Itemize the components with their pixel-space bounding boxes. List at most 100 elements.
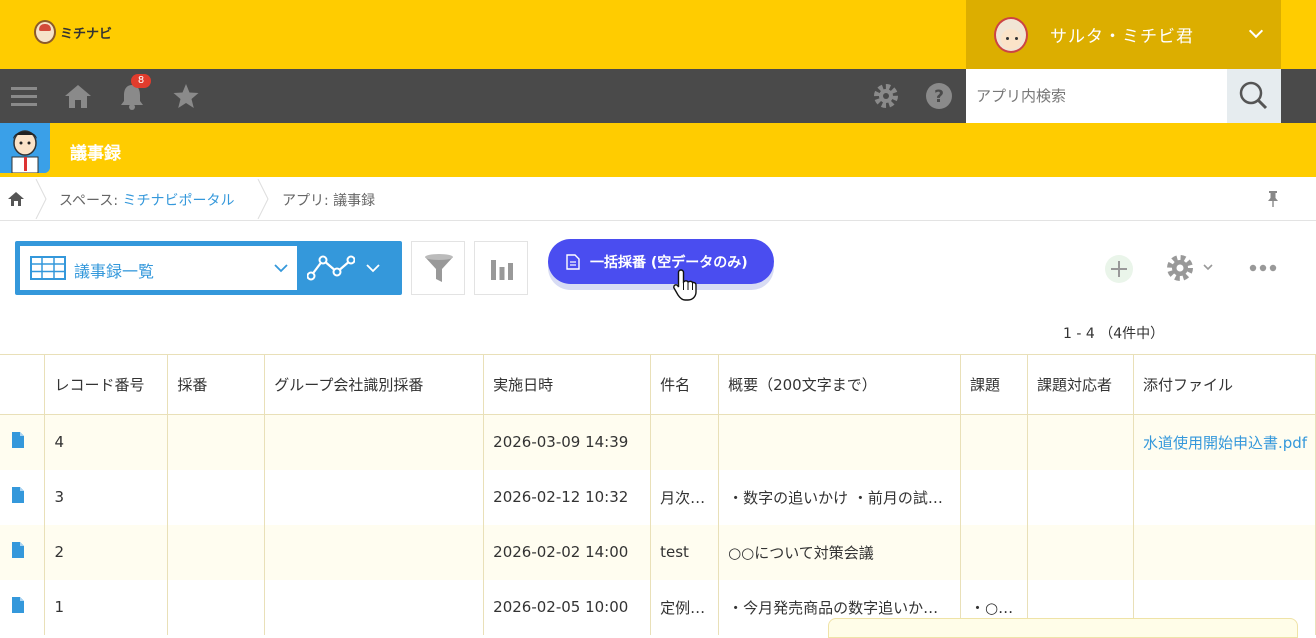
home-icon[interactable] <box>7 190 25 208</box>
cell-record-number: 3 <box>44 469 169 525</box>
cell-attachment-link[interactable] <box>1133 524 1316 580</box>
cell-record-number: 2 <box>44 524 169 580</box>
cell-issue <box>960 414 1028 470</box>
user-menu[interactable]: サルタ・ミチビ君 <box>966 0 1281 69</box>
gear-icon[interactable] <box>871 82 901 110</box>
add-record-icon[interactable] <box>1104 254 1134 284</box>
column-header[interactable]: 採番 <box>167 354 266 415</box>
document-icon <box>12 432 24 449</box>
logo-mascot-icon <box>34 20 56 44</box>
star-icon[interactable] <box>171 82 201 110</box>
column-header-detail <box>0 354 46 415</box>
cell-saiban <box>167 469 266 525</box>
more-options-icon[interactable] <box>1248 262 1278 274</box>
cell-issue <box>960 524 1028 580</box>
table-row: 3 2026-02-12 10:32 月次… ・数字の追いかけ ・前月の試… <box>0 469 1316 525</box>
cell-subject: test <box>650 524 720 580</box>
bulk-numbering-button[interactable]: 一括採番 (空データのみ) <box>548 239 774 284</box>
cell-group-saiban <box>264 414 485 470</box>
record-detail-cell[interactable] <box>0 524 46 580</box>
breadcrumb-separator <box>257 179 269 219</box>
document-icon <box>566 253 580 270</box>
home-icon[interactable] <box>63 82 93 110</box>
app-logo[interactable]: ミチナビ <box>34 20 112 44</box>
cell-record-number: 1 <box>44 579 169 635</box>
cell-assignee <box>1027 469 1134 525</box>
breadcrumb-separator <box>35 179 47 219</box>
cell-group-saiban <box>264 524 485 580</box>
table-row: 2 2026-02-02 14:00 test ○○について対策会議 <box>0 524 1316 580</box>
cell-assignee <box>1027 524 1134 580</box>
records-table: レコード番号 採番 グループ会社識別採番 実施日時 件名 概要（200文字まで）… <box>0 354 1316 635</box>
cell-attachment-link[interactable] <box>1133 469 1316 525</box>
settings-menu-icon[interactable] <box>1165 252 1217 284</box>
document-icon <box>12 487 24 503</box>
cell-attachment-link[interactable]: 水道使用開始申込書.pdf <box>1133 414 1316 470</box>
cell-assignee <box>1027 414 1134 470</box>
cell-group-saiban <box>264 579 485 635</box>
record-count: 1 - 4 （4件中） <box>1063 326 1165 342</box>
breadcrumb: スペース: ミチナビポータル アプリ: 議事録 <box>0 177 1316 221</box>
view-dropdown[interactable]: 議事録一覧 <box>20 246 297 290</box>
breadcrumb-app: アプリ: 議事録 <box>282 193 376 209</box>
notification-badge: 8 <box>131 74 151 88</box>
search-button[interactable] <box>1227 69 1281 123</box>
graph-button[interactable] <box>474 241 528 295</box>
cell-summary <box>718 414 962 470</box>
record-detail-cell[interactable] <box>0 579 46 635</box>
hand-cursor-icon <box>673 269 697 301</box>
cell-date: 2026-03-09 14:39 <box>483 414 652 470</box>
column-header[interactable]: レコード番号 <box>44 354 169 415</box>
cell-group-saiban <box>264 469 485 525</box>
menu-icon[interactable] <box>10 82 40 110</box>
table-view-icon <box>30 256 66 280</box>
cell-summary: ○○について対策会議 <box>718 524 962 580</box>
help-icon[interactable]: ? <box>924 82 954 110</box>
cell-saiban <box>167 414 266 470</box>
breadcrumb-space: スペース: ミチナビポータル <box>59 190 235 210</box>
filter-icon <box>425 254 453 282</box>
cell-issue <box>960 469 1028 525</box>
column-header[interactable]: グループ会社識別採番 <box>264 354 485 415</box>
app-title: 議事録 <box>70 144 121 164</box>
user-name: サルタ・ミチビ君 <box>1050 27 1194 47</box>
breadcrumb-space-link[interactable]: ミチナビポータル <box>123 193 235 209</box>
column-header[interactable]: 添付ファイル <box>1133 354 1316 415</box>
top-header: ミチナビ サルタ・ミチビ君 <box>0 0 1316 69</box>
user-avatar <box>994 16 1028 53</box>
graph-menu-button[interactable] <box>297 241 402 295</box>
pin-icon[interactable] <box>1265 190 1281 208</box>
chevron-down-icon <box>366 264 380 273</box>
cell-date: 2026-02-12 10:32 <box>483 469 652 525</box>
app-header: 議事録 <box>0 123 1316 177</box>
logo-text: ミチナビ <box>60 26 113 42</box>
record-detail-cell[interactable] <box>0 469 46 525</box>
cell-date: 2026-02-02 14:00 <box>483 524 652 580</box>
record-detail-cell[interactable] <box>0 414 46 470</box>
search-icon <box>1239 81 1268 110</box>
view-selector: 議事録一覧 <box>15 241 402 295</box>
chevron-down-icon <box>1248 23 1264 39</box>
column-header[interactable]: 課題対応者 <box>1027 354 1134 415</box>
cell-saiban <box>167 524 266 580</box>
document-icon <box>12 597 24 613</box>
cell-summary: ・数字の追いかけ ・前月の試… <box>718 469 962 525</box>
cell-date: 2026-02-05 10:00 <box>483 579 652 635</box>
app-icon <box>0 123 50 173</box>
cell-subject <box>650 414 720 470</box>
table-row: 4 2026-03-09 14:39 水道使用開始申込書.pdf <box>0 414 1316 470</box>
column-header[interactable]: 概要（200文字まで） <box>718 354 962 415</box>
search-input[interactable] <box>966 69 1227 123</box>
column-header[interactable]: 件名 <box>650 354 720 415</box>
column-header[interactable]: 課題 <box>960 354 1028 415</box>
cell-subject: 定例… <box>650 579 720 635</box>
breadcrumb-space-prefix: スペース: <box>59 193 123 209</box>
cell-subject: 月次… <box>650 469 720 525</box>
column-header[interactable]: 実施日時 <box>483 354 652 415</box>
cell-saiban <box>167 579 266 635</box>
graph-icon <box>307 255 355 281</box>
bar-chart-icon <box>491 260 513 280</box>
character-icon <box>0 123 50 173</box>
svg-text:?: ? <box>934 87 944 107</box>
filter-button[interactable] <box>411 241 465 295</box>
